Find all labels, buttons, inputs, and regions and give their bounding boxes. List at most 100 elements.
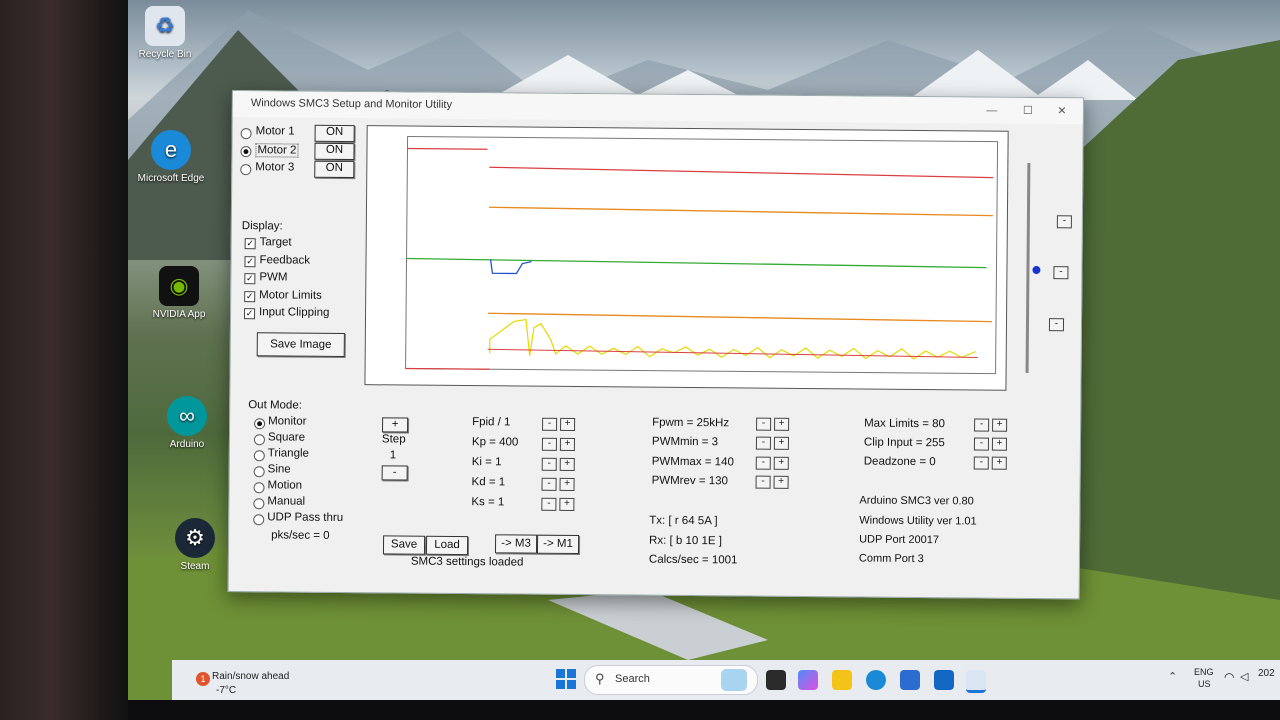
- edge-taskbar-icon[interactable]: [866, 670, 886, 690]
- motor-1-radio[interactable]: [240, 128, 252, 140]
- step-label: Step: [381, 433, 406, 446]
- copy-to-m1-button[interactable]: -> M1: [536, 534, 580, 555]
- input-clipping-checkbox[interactable]: ✓: [244, 308, 256, 320]
- minimize-icon[interactable]: —: [981, 102, 1003, 120]
- rx-readout: Rx: [ b 10 1E ]: [649, 534, 723, 548]
- mode-manual-radio[interactable]: [253, 498, 265, 510]
- motor-3-on-button[interactable]: ON: [314, 160, 355, 179]
- load-button[interactable]: Load: [425, 535, 469, 556]
- ks-minus-button[interactable]: -: [541, 497, 557, 511]
- input-clipping-label: Input Clipping: [259, 306, 330, 319]
- mode-monitor-radio[interactable]: [254, 418, 266, 430]
- ki-plus-button[interactable]: +: [559, 457, 575, 472]
- kd-label: Kd = 1: [471, 476, 506, 489]
- weather-badge: 1: [196, 672, 210, 686]
- target-checkbox[interactable]: ✓: [244, 238, 256, 250]
- store-icon[interactable]: [900, 670, 920, 690]
- ki-minus-button[interactable]: -: [541, 457, 557, 471]
- monitor-bezel-bottom: [128, 700, 1280, 720]
- mode-square-radio[interactable]: [253, 434, 265, 446]
- motor-2-radio[interactable]: [240, 146, 252, 158]
- motor-3-radio[interactable]: [240, 164, 252, 176]
- fpid-minus-button[interactable]: -: [542, 417, 558, 431]
- save-image-button[interactable]: Save Image: [256, 332, 345, 357]
- steam-icon: ⚙: [175, 518, 215, 558]
- mode-sine-radio[interactable]: [253, 466, 265, 478]
- mode-monitor-label: Monitor: [268, 415, 307, 428]
- step-minus-button[interactable]: -: [381, 465, 408, 481]
- weather-icon[interactable]: 1: [190, 672, 212, 694]
- kp-minus-button[interactable]: -: [541, 437, 557, 451]
- mode-udp-radio[interactable]: [253, 514, 265, 526]
- smc3-taskbar-icon[interactable]: [966, 670, 986, 693]
- scale-up-button[interactable]: -: [1056, 215, 1072, 229]
- task-view-icon[interactable]: [766, 670, 786, 690]
- mode-motion-label: Motion: [267, 479, 303, 492]
- language-label[interactable]: ENG: [1194, 667, 1214, 677]
- deadzone-plus-button[interactable]: +: [991, 456, 1007, 470]
- pwmmin-minus-button[interactable]: -: [755, 436, 771, 450]
- desktop-icon-steam[interactable]: ⚙ Steam: [160, 518, 230, 572]
- windows-start-icon[interactable]: [556, 669, 576, 689]
- search-box[interactable]: ⚲ Search: [584, 665, 758, 695]
- speaker-icon[interactable]: ◁: [1240, 670, 1248, 683]
- motor-limits-checkbox[interactable]: ✓: [244, 291, 256, 303]
- mode-triangle-label: Triangle: [267, 447, 310, 460]
- pwmmin-label: PWMmin = 3: [651, 435, 719, 449]
- chevron-up-icon[interactable]: ⌃: [1168, 670, 1177, 683]
- desktop-icon-edge[interactable]: e Microsoft Edge: [136, 130, 206, 184]
- copy-to-m3-button[interactable]: -> M3: [494, 534, 538, 554]
- kp-label: Kp = 400: [471, 436, 519, 449]
- motor-2-on-button[interactable]: ON: [314, 142, 355, 161]
- pwm-checkbox[interactable]: ✓: [244, 273, 256, 285]
- max-limits-minus-button[interactable]: -: [974, 418, 990, 432]
- feedback-trace: [406, 257, 987, 269]
- mode-motion-radio[interactable]: [253, 482, 265, 494]
- fpwm-minus-button[interactable]: -: [756, 417, 772, 431]
- fpid-plus-button[interactable]: +: [560, 417, 576, 432]
- scale-mid-button[interactable]: -: [1053, 266, 1069, 280]
- mode-square-label: Square: [267, 431, 306, 444]
- pwmrev-plus-button[interactable]: +: [773, 475, 789, 489]
- kd-plus-button[interactable]: +: [559, 477, 575, 492]
- feedback-checkbox[interactable]: ✓: [244, 256, 256, 268]
- out-mode-heading: Out Mode:: [248, 399, 303, 412]
- display-heading: Display:: [241, 220, 283, 233]
- clip-input-minus-button[interactable]: -: [973, 437, 989, 451]
- monitor-plot: [364, 125, 1009, 391]
- file-explorer-icon[interactable]: [832, 670, 852, 690]
- pwmmin-plus-button[interactable]: +: [773, 436, 789, 450]
- kd-minus-button[interactable]: -: [541, 477, 557, 491]
- deadzone-minus-button[interactable]: -: [973, 456, 989, 470]
- clock[interactable]: 202: [1258, 668, 1275, 679]
- fpid-label: Fpid / 1: [472, 416, 511, 429]
- pwmrev-minus-button[interactable]: -: [755, 475, 771, 489]
- clip-input-plus-button[interactable]: +: [991, 437, 1007, 451]
- close-icon[interactable]: ✕: [1051, 102, 1073, 120]
- copilot-icon[interactable]: [798, 670, 818, 690]
- fpwm-plus-button[interactable]: +: [774, 417, 790, 431]
- wifi-icon[interactable]: ◠: [1224, 670, 1234, 684]
- calcs-per-sec: Calcs/sec = 1001: [648, 553, 738, 567]
- step-plus-button[interactable]: +: [382, 417, 409, 433]
- scale-down-button[interactable]: -: [1048, 318, 1065, 332]
- scale-slider-thumb[interactable]: [1032, 265, 1041, 275]
- pwmmax-plus-button[interactable]: +: [773, 456, 789, 470]
- weather-temp: -7°C: [216, 685, 237, 696]
- motor-1-on-button[interactable]: ON: [314, 124, 355, 143]
- desktop-icon-arduino[interactable]: ∞ Arduino: [152, 396, 222, 450]
- ks-plus-button[interactable]: +: [559, 497, 575, 512]
- outlook-icon[interactable]: [934, 670, 954, 690]
- max-limits-plus-button[interactable]: +: [992, 418, 1008, 432]
- mode-triangle-radio[interactable]: [253, 450, 265, 462]
- desktop-icon-nvidia[interactable]: ◉ NVIDIA App: [144, 266, 214, 320]
- maximize-icon[interactable]: ☐: [1017, 102, 1039, 120]
- desktop-icon-recycle-bin[interactable]: ♻ Recycle Bin: [130, 6, 200, 60]
- scale-slider-track[interactable]: [1025, 162, 1031, 373]
- mode-udp-label: UDP Pass thru: [267, 511, 344, 524]
- save-button[interactable]: Save: [382, 535, 426, 555]
- kp-plus-button[interactable]: +: [559, 437, 575, 452]
- tx-readout: Tx: [ r 64 5A ]: [649, 514, 718, 528]
- pwmmax-minus-button[interactable]: -: [755, 456, 771, 470]
- search-icon: ⚲: [595, 671, 605, 686]
